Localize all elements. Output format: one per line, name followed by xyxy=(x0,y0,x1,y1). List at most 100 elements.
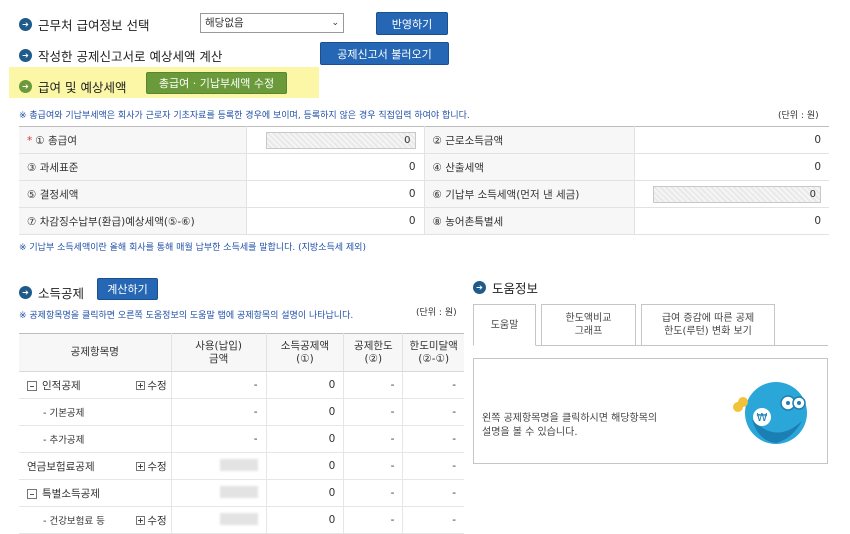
table-row: ③ 과세표준 0 ④ 산출세액 0 xyxy=(19,153,829,181)
label-cell: ⑥ 기납부 소득세액(먼저 낸 세금) xyxy=(423,180,634,208)
tab-limit-graph[interactable]: 한도액비교 그래프 xyxy=(541,304,636,346)
deduction-cell: 0 xyxy=(265,506,344,534)
limit-cell: - xyxy=(343,425,403,453)
total-salary-input-cell[interactable]: 0 xyxy=(245,126,424,154)
arrow-circle-icon: ➔ xyxy=(19,80,32,93)
unit-label: (단위 : 원) xyxy=(416,308,457,318)
amount-cell: - xyxy=(170,425,267,453)
limit-cell: - xyxy=(343,479,403,507)
help-text: 왼쪽 공제항목명을 클릭하시면 해당항목의 설명을 볼 수 있습니다. xyxy=(482,413,658,438)
edit-link[interactable]: 수정 xyxy=(136,371,172,399)
deduction-table: 공제항목명 사용(납입) 금액 소득공제액 (①) 공제한도 (②) 한도미달액… xyxy=(19,333,464,534)
label-cell: ⑦ 차감징수납부(환급)예상세액(⑤-⑥) xyxy=(19,207,246,235)
table-row: 인적공제 수정 - 0 - - xyxy=(19,371,464,399)
amount-cell xyxy=(170,479,267,507)
deduction-item-personal[interactable]: 인적공제 xyxy=(19,371,137,399)
table-row: - 추가공제 - 0 - - xyxy=(19,425,464,453)
shortfall-cell: - xyxy=(402,506,464,534)
salary-table: * ① 총급여 0 ② 근로소득금액 0 ③ 과세표준 0 ④ 산출세액 0 ⑤ … xyxy=(19,126,829,235)
shortfall-cell: - xyxy=(402,371,464,399)
salary-note: ※ 총급여와 기납부세액은 회사가 근로자 기초자료를 등록한 경우에 보이며,… xyxy=(19,111,470,121)
salary-tax-section: ➔ 급여 및 예상세액 xyxy=(19,77,126,96)
value-cell: 0 xyxy=(633,153,829,181)
label-cell: ④ 산출세액 xyxy=(423,153,634,181)
total-salary-input[interactable]: 0 xyxy=(265,131,416,149)
arrow-circle-icon: ➔ xyxy=(19,49,32,62)
limit-cell: - xyxy=(343,452,403,480)
limit-cell: - xyxy=(343,398,403,426)
limit-cell: - xyxy=(343,371,403,399)
value-cell: 0 xyxy=(245,153,424,181)
deduction-cell: 0 xyxy=(265,425,344,453)
deduction-item-additional[interactable]: - 추가공제 xyxy=(19,425,172,453)
section-title: 근무처 급여정보 선택 xyxy=(38,18,150,33)
deduction-item-special[interactable]: 특별소득공제 xyxy=(19,479,172,507)
section-title: 도움정보 xyxy=(492,281,539,296)
section-title: 작성한 공제신고서로 예상세액 계산 xyxy=(38,49,223,64)
edit-link[interactable]: 수정 xyxy=(136,506,172,534)
table-row: - 기본공제 - 0 - - xyxy=(19,398,464,426)
arrow-circle-icon: ➔ xyxy=(473,281,486,294)
collapse-icon[interactable] xyxy=(27,488,37,499)
table-row: ⑦ 차감징수납부(환급)예상세액(⑤-⑥) 0 ⑧ 농어촌특별세 0 xyxy=(19,207,829,235)
blurred-value xyxy=(219,512,258,525)
help-content-box: 왼쪽 공제항목명을 클릭하시면 해당항목의 설명을 볼 수 있습니다. ₩ xyxy=(473,358,828,464)
amount-cell xyxy=(170,506,267,534)
edit-salary-tax-button[interactable]: 총급여 · 기납부세액 수정 xyxy=(146,72,287,94)
value-cell: 0 xyxy=(245,180,424,208)
table-row: 특별소득공제 0 - - xyxy=(19,479,464,507)
load-deduction-form-button[interactable]: 공제신고서 불러오기 xyxy=(320,42,449,65)
mascot-icon: ₩ xyxy=(732,379,812,447)
deduction-cell: 0 xyxy=(265,398,344,426)
deduction-item-pension[interactable]: 연금보험료공제 xyxy=(19,452,137,480)
col-header: 공제한도 (②) xyxy=(343,333,404,372)
deduction-item-health[interactable]: - 건강보험료 등 xyxy=(19,506,137,534)
edit-link[interactable]: 수정 xyxy=(136,452,172,480)
arrow-circle-icon: ➔ xyxy=(19,18,32,31)
col-header: 소득공제액 (①) xyxy=(266,333,345,372)
label-cell: ⑤ 결정세액 xyxy=(19,180,246,208)
label-cell: ⑧ 농어촌특별세 xyxy=(423,207,634,235)
arrow-circle-icon: ➔ xyxy=(19,286,32,299)
amount-cell xyxy=(170,452,267,480)
plus-icon xyxy=(136,381,146,390)
table-row: 연금보험료공제 수정 0 - - xyxy=(19,452,464,480)
blurred-value xyxy=(219,485,258,498)
col-header: 사용(납입) 금액 xyxy=(171,333,267,372)
apply-button[interactable]: 반영하기 xyxy=(376,12,448,35)
label-cell: ② 근로소득금액 xyxy=(423,126,634,154)
plus-icon xyxy=(136,516,146,525)
table-row: - 건강보험료 등 수정 0 - - xyxy=(19,506,464,534)
plus-icon xyxy=(136,462,146,471)
col-header: 한도미달액 (②-①) xyxy=(402,333,464,372)
deduction-note: ※ 공제항목명을 클릭하면 오른쪽 도움정보의 도움말 탭에 공제항목의 설명이… xyxy=(19,311,354,321)
collapse-icon[interactable] xyxy=(27,380,37,391)
workplace-select[interactable]: 해당없음 ⌄ xyxy=(200,13,344,33)
calculate-button[interactable]: 계산하기 xyxy=(97,278,158,300)
shortfall-cell: - xyxy=(402,452,464,480)
section-title: 급여 및 예상세액 xyxy=(38,80,127,95)
deduction-section: ➔ 소득공제 xyxy=(19,283,84,302)
prepaid-tax-footnote: ※ 기납부 소득세액이란 올해 회사를 통해 매월 납부한 소득세를 말합니다.… xyxy=(19,243,366,253)
unit-label: (단위 : 원) xyxy=(778,111,819,121)
label-cell: ③ 과세표준 xyxy=(19,153,246,181)
svg-text:₩: ₩ xyxy=(757,411,768,424)
value-cell: 0 xyxy=(633,207,829,235)
amount-cell: - xyxy=(170,371,267,399)
prepaid-tax-input-cell[interactable]: 0 xyxy=(633,180,829,208)
tab-limit-change[interactable]: 급여 증감에 따른 공제 한도(루턴) 변화 보기 xyxy=(641,304,775,346)
deduction-cell: 0 xyxy=(265,479,344,507)
deduction-item-basic[interactable]: - 기본공제 xyxy=(19,398,172,426)
table-row: * ① 총급여 0 ② 근로소득금액 0 xyxy=(19,126,829,154)
salary-select-section: ➔ 근무처 급여정보 선택 xyxy=(19,15,149,34)
tab-help[interactable]: 도움말 xyxy=(473,304,536,346)
deduction-cell: 0 xyxy=(265,452,344,480)
value-cell: 0 xyxy=(633,126,829,154)
prepaid-tax-input[interactable]: 0 xyxy=(653,185,821,203)
table-row: ⑤ 결정세액 0 ⑥ 기납부 소득세액(먼저 낸 세금) 0 xyxy=(19,180,829,208)
shortfall-cell: - xyxy=(402,398,464,426)
select-value: 해당없음 xyxy=(205,17,244,29)
help-section: ➔ 도움정보 xyxy=(473,278,538,297)
value-cell: 0 xyxy=(245,207,424,235)
load-section: ➔ 작성한 공제신고서로 예상세액 계산 xyxy=(19,46,222,65)
